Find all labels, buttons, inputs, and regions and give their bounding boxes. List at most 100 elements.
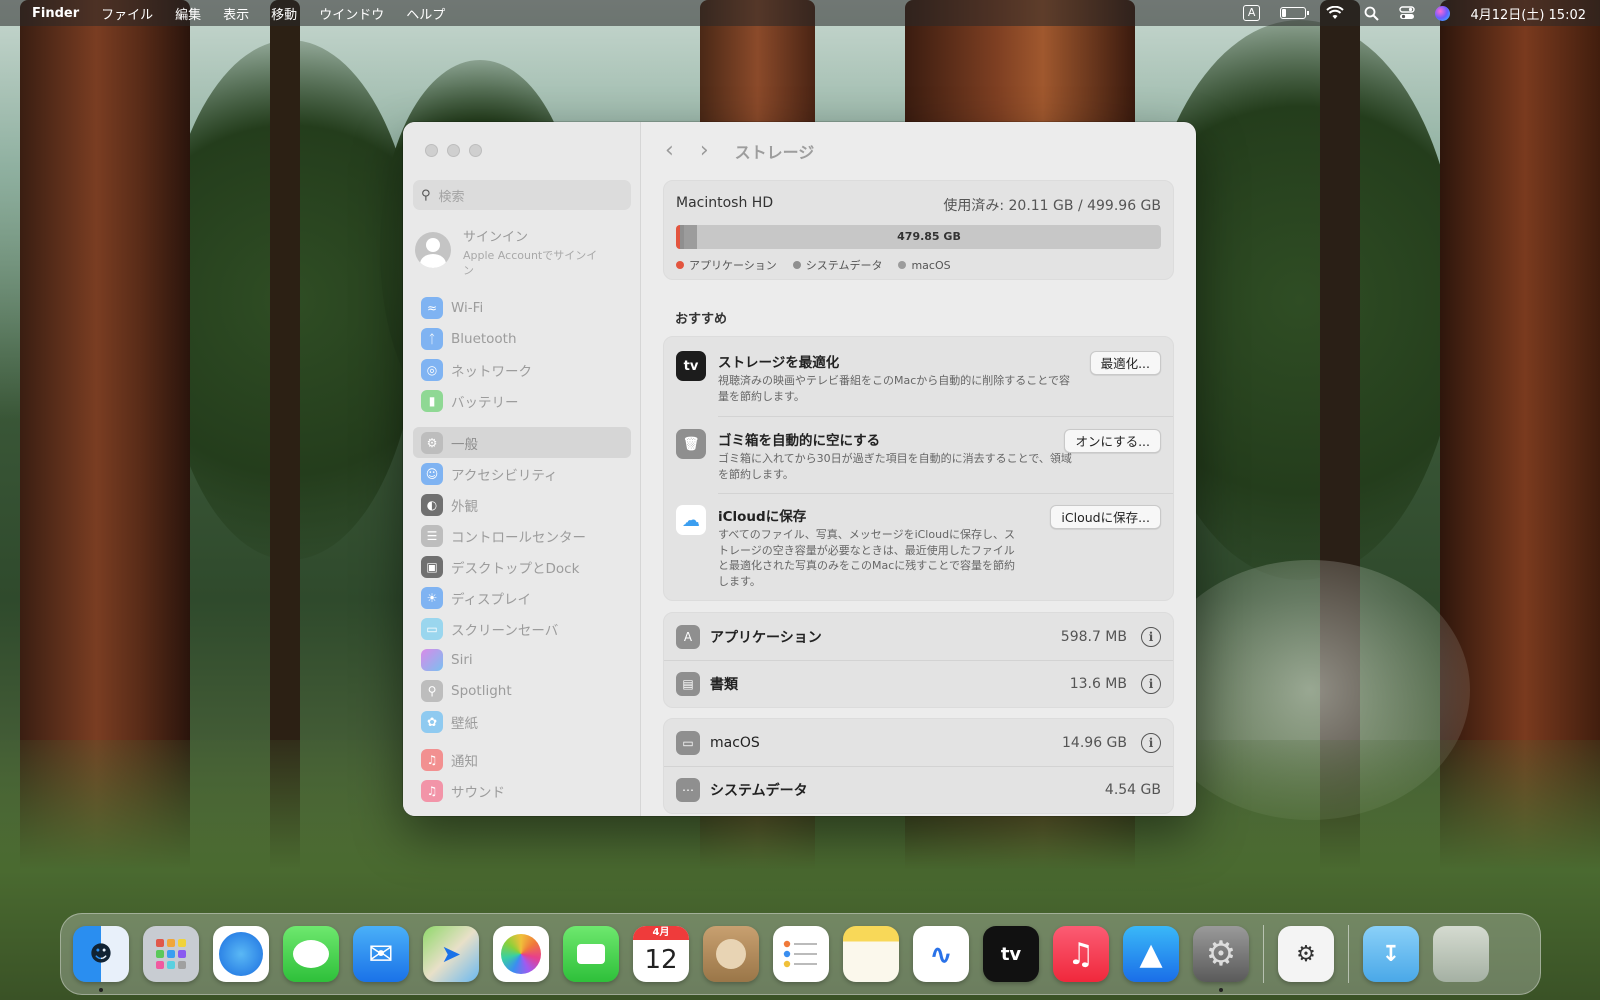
toolbar: ‹ › ストレージ bbox=[641, 136, 1196, 166]
menu-view[interactable]: 表示 bbox=[223, 4, 249, 23]
dock-icon: ▣ bbox=[421, 555, 443, 578]
search-placeholder: 検索 bbox=[438, 189, 465, 205]
sidebar-item-bluetooth[interactable]: ᛏ Bluetooth bbox=[413, 323, 631, 354]
reminders-icon[interactable] bbox=[773, 926, 829, 982]
music-icon[interactable]: ♫ bbox=[1053, 926, 1109, 982]
zoom-button[interactable] bbox=[469, 144, 482, 157]
input-source-icon[interactable]: A bbox=[1242, 5, 1261, 21]
sidebar-item-battery[interactable]: ▮ バッテリー bbox=[413, 385, 631, 416]
sidebar-item-spotlight[interactable]: ⚲ Spotlight bbox=[413, 675, 631, 706]
sidebar-item-screensaver[interactable]: ▭ スクリーンセーバ bbox=[413, 613, 631, 644]
page-title: ストレージ bbox=[734, 143, 815, 162]
apple-tv-icon[interactable]: tv bbox=[983, 926, 1039, 982]
recommendation-empty-trash: 🗑 ゴミ箱を自動的に空にする ゴミ箱に入れてから30日が過ぎた項目を自動的に消去… bbox=[664, 429, 1173, 482]
contacts-icon[interactable] bbox=[703, 926, 759, 982]
menubar-clock[interactable]: 4月12日(土) 15:02 bbox=[1470, 4, 1586, 23]
sidebar-item-sound[interactable]: ♫ サウンド bbox=[413, 775, 631, 806]
recommendation-icloud: ☁ iCloudに保存 すべてのファイル、写真、メッセージをiCloudに保存し… bbox=[664, 505, 1173, 589]
close-button[interactable] bbox=[425, 144, 438, 157]
menu-bar: Finder ファイル 編集 表示 移動 ウインドウ ヘルプ A 4月12日(土… bbox=[0, 0, 1600, 26]
document-icon: ▤ bbox=[676, 672, 700, 696]
downloads-folder-icon[interactable]: ↧ bbox=[1363, 926, 1419, 982]
wifi-status-icon[interactable] bbox=[1326, 6, 1345, 20]
control-center-icon[interactable] bbox=[1399, 6, 1416, 20]
recommendations-heading: おすすめ bbox=[675, 312, 728, 327]
legend-apps: アプリケーション bbox=[676, 257, 777, 273]
account-subtitle: Apple Accountでサインイン bbox=[463, 249, 598, 277]
sidebar-item-appearance[interactable]: ◐ 外観 bbox=[413, 489, 631, 520]
appearance-icon: ◐ bbox=[421, 493, 443, 516]
disk-utility-icon[interactable]: ⚙ bbox=[1278, 926, 1334, 982]
maps-icon[interactable]: ➤ bbox=[423, 926, 479, 982]
system-settings-icon[interactable]: ⚙ bbox=[1193, 926, 1249, 992]
sidebar-item-control-center[interactable]: ☰ コントロールセンター bbox=[413, 520, 631, 551]
system-card: ▭ macOS 14.96 GB i ⋯ システムデータ 4.54 GB bbox=[663, 718, 1174, 814]
sidebar-item-network[interactable]: ◎ ネットワーク bbox=[413, 354, 631, 385]
category-row-macos[interactable]: ▭ macOS 14.96 GB i bbox=[664, 719, 1173, 766]
app-store-icon[interactable]: ▲ bbox=[1123, 926, 1179, 982]
category-row-system-data[interactable]: ⋯ システムデータ 4.54 GB bbox=[664, 766, 1173, 813]
legend-system-data: システムデータ bbox=[792, 257, 882, 273]
sidebar-item-accessibility[interactable]: ☺ アクセシビリティ bbox=[413, 458, 631, 489]
gear-icon: ⚙ bbox=[421, 431, 443, 454]
sidebar-item-general[interactable]: ⚙ 一般 bbox=[413, 427, 631, 458]
optimize-button[interactable]: 最適化... bbox=[1089, 351, 1161, 375]
wifi-icon: ≈ bbox=[421, 296, 443, 319]
ellipsis-icon: ⋯ bbox=[676, 778, 700, 802]
spotlight-search-icon[interactable] bbox=[1364, 6, 1380, 21]
menu-edit[interactable]: 編集 bbox=[175, 4, 201, 23]
sound-icon: ♫ bbox=[421, 779, 443, 802]
window-controls bbox=[425, 144, 482, 157]
forward-chevron-icon[interactable]: › bbox=[700, 140, 709, 162]
siri-icon[interactable] bbox=[1435, 5, 1451, 21]
sidebar-group-system: ⚙ 一般 ☺ アクセシビリティ ◐ 外観 ☰ コントロールセンター ▣ デスクトップとDo… bbox=[413, 427, 631, 737]
sidebar-item-wallpaper[interactable]: ✿ 壁紙 bbox=[413, 706, 631, 737]
back-chevron-icon[interactable]: ‹ bbox=[665, 140, 674, 162]
freeform-icon[interactable]: ∿ bbox=[913, 926, 969, 982]
safari-icon[interactable] bbox=[213, 926, 269, 982]
messages-icon[interactable] bbox=[283, 926, 339, 982]
menu-window[interactable]: ウインドウ bbox=[319, 4, 384, 23]
account-signin[interactable]: サインイン Apple Accountでサインイン bbox=[415, 226, 627, 278]
trash-icon[interactable] bbox=[1433, 926, 1489, 982]
screensaver-icon: ▭ bbox=[421, 617, 443, 640]
menu-go[interactable]: 移動 bbox=[271, 4, 297, 23]
spotlight-icon: ⚲ bbox=[421, 679, 443, 702]
category-row-applications[interactable]: A アプリケーション 598.7 MB i bbox=[664, 613, 1173, 660]
sidebar-item-display[interactable]: ☀ ディスプレイ bbox=[413, 582, 631, 613]
mail-icon[interactable]: ✉ bbox=[353, 926, 409, 982]
sidebar-item-wifi[interactable]: ≈ Wi-Fi bbox=[413, 292, 631, 323]
app-store-icon: A bbox=[676, 624, 700, 649]
storage-pane: ‹ › ストレージ Macintosh HD 使用済み: 20.11 GB / … bbox=[641, 122, 1196, 816]
system-settings-window: ⚲ 検索 サインイン Apple Accountでサインイン ≈ Wi-Fi ᛏB… bbox=[403, 122, 1196, 816]
storage-bar[interactable]: 479.85 GB bbox=[676, 225, 1161, 249]
menu-help[interactable]: ヘルプ bbox=[406, 4, 445, 23]
search-input[interactable]: ⚲ 検索 bbox=[413, 180, 631, 210]
menu-file[interactable]: ファイル bbox=[101, 4, 153, 23]
category-row-documents[interactable]: ▤ 書類 13.6 MB i bbox=[664, 660, 1173, 707]
dock-separator bbox=[1348, 925, 1349, 983]
account-title: サインイン bbox=[463, 230, 529, 245]
calendar-day: 12 bbox=[644, 945, 678, 975]
facetime-icon[interactable] bbox=[563, 926, 619, 982]
photos-icon[interactable] bbox=[493, 926, 549, 982]
disk-name: Macintosh HD bbox=[676, 195, 774, 211]
sidebar-group-connectivity: ≈ Wi-Fi ᛏ Bluetooth ◎ ネットワーク ▮ バッテリー bbox=[413, 292, 631, 416]
sidebar-item-notifications[interactable]: ♫ 通知 bbox=[413, 744, 631, 775]
notes-icon[interactable] bbox=[843, 926, 899, 982]
minimize-button[interactable] bbox=[447, 144, 460, 157]
sidebar-item-siri[interactable]: Siri bbox=[413, 644, 631, 675]
launchpad-icon[interactable] bbox=[143, 926, 199, 982]
recommendation-optimize: tv ストレージを最適化 視聴済みの映画やテレビ番組をこのMacから自動的に削除… bbox=[664, 351, 1173, 404]
info-icon[interactable]: i bbox=[1141, 674, 1161, 694]
turn-on-button[interactable]: オンにする... bbox=[1064, 429, 1161, 453]
store-in-icloud-button[interactable]: iCloudに保存... bbox=[1050, 505, 1161, 529]
info-icon[interactable]: i bbox=[1141, 626, 1161, 647]
battery-icon[interactable] bbox=[1280, 7, 1310, 19]
app-menu[interactable]: Finder bbox=[32, 6, 79, 21]
finder-icon[interactable]: ☻ bbox=[73, 926, 129, 992]
info-icon[interactable]: i bbox=[1141, 732, 1161, 753]
calendar-icon[interactable]: 4月 12 bbox=[633, 926, 689, 982]
wallpaper-icon: ✿ bbox=[421, 710, 443, 733]
sidebar-item-desktop-dock[interactable]: ▣ デスクトップとDock bbox=[413, 551, 631, 582]
